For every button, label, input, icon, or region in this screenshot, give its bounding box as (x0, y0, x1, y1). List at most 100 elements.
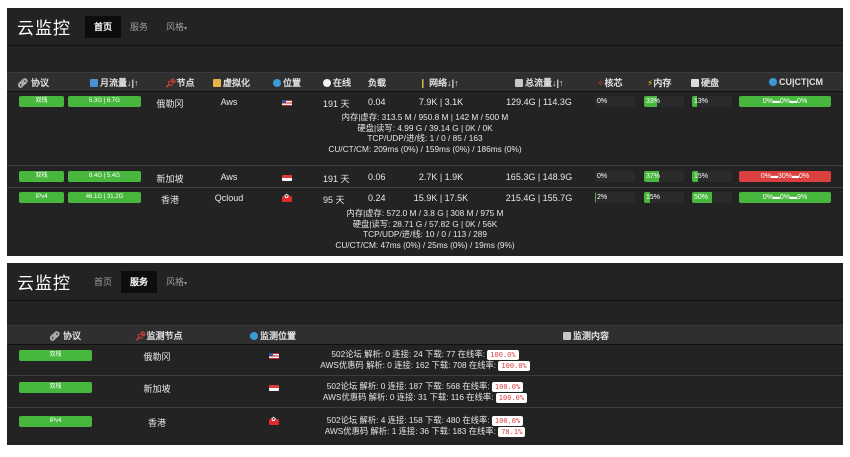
server-detail: 内存|虚存: 572.0 M / 3.8 G | 308 M / 975 M 硬… (7, 208, 843, 250)
isp-latency-bar: 0%▬0%▬9% (739, 192, 831, 203)
uptime-badge: 100.0% (491, 382, 524, 392)
services-table-header: 🔗︎ 协议 📌︎监测节点 监测位置 监测内容 (7, 325, 843, 345)
protocol-badge: IPv4 (19, 192, 64, 203)
col-memory[interactable]: ⚡︎内存 (647, 76, 671, 89)
services-panel: 云监控 首页 服务 风格▾ 🔗︎ 协议 📌︎监测节点 监测位置 监测内容 双栈 … (7, 263, 843, 445)
globe-network-icon (769, 78, 777, 86)
service-row[interactable]: IPv4 香港 502论坛 解析: 4 连接: 158 下载: 480 在线率:… (7, 413, 843, 439)
month-traffic-bar: 46.1G | 31.2G (68, 192, 141, 203)
traffic-light-icon: ❙ (419, 77, 427, 88)
service-row[interactable]: 双栈 新加坡 502论坛 解析: 0 连接: 187 下载: 568 在线率: … (7, 379, 843, 405)
satellite-icon: ✧ (597, 77, 605, 88)
disk-bar: 13% (692, 96, 732, 107)
col-monitor-content[interactable]: 监测内容 (563, 329, 609, 342)
detail-memory: 内存|虚存: 313.5 M / 950.8 M | 142 M / 500 M (341, 112, 509, 122)
chevron-down-icon: ▾ (184, 280, 188, 287)
nav-services[interactable]: 服务 (121, 270, 158, 293)
uptime-badge: 100.0% (487, 350, 519, 360)
bar-chart-icon (90, 78, 98, 87)
row-divider (7, 407, 843, 408)
total-traffic-value: 215.4G | 155.7G (505, 193, 573, 203)
col-monitor-location[interactable]: 监测位置 (250, 329, 296, 342)
disk-bar: 15% (692, 171, 732, 182)
service-detail: 502论坛 解析: 4 连接: 158 下载: 480 在线率: 100.0% … (7, 415, 843, 437)
server-row[interactable]: 双栈 8.4G | 5.4G 新加坡 Aws 191 天 0.06 2.7K |… (7, 168, 843, 186)
col-location[interactable]: 位置 (273, 76, 301, 89)
network-value: 7.9K | 3.1K (418, 97, 464, 107)
col-cpu[interactable]: ✧核芯 (597, 76, 623, 89)
flag-us-icon (282, 100, 292, 106)
service-detail: 502论坛 解析: 0 连接: 187 下载: 568 在线率: 100.0% … (7, 381, 843, 403)
service-line: 502论坛 解析: 4 连接: 158 下载: 480 在线率: 100.0% (7, 415, 843, 426)
memory-bar: 37% (644, 171, 684, 182)
detail-connections: TCP/UDP/进/线: 1 / 0 / 85 / 163 (367, 133, 483, 143)
col-monitor-node[interactable]: 📌︎监测节点 (135, 329, 182, 342)
uptime-badge: 100.0% (495, 393, 528, 403)
memory-bar: 15% (644, 192, 684, 203)
detail-disk: 硬盘|读写: 4.99 G / 39.14 G | 0K / 0K (357, 122, 493, 133)
service-line: AWS优惠码 解析: 0 连接: 162 下载: 708 在线率: 100.0% (7, 360, 843, 371)
folder-icon (213, 78, 221, 87)
load-value: 0.06 (368, 172, 386, 182)
nav-style-dropdown[interactable]: 风格▾ (157, 271, 196, 293)
uptime-badge: 100.0% (498, 361, 530, 371)
nav-home[interactable]: 首页 (85, 15, 122, 38)
protocol-badge: 双栈 (19, 171, 64, 182)
row-divider (7, 375, 843, 376)
nav-services[interactable]: 服务 (121, 16, 157, 38)
file-cabinet-icon (515, 78, 523, 87)
disk-bar: 50% (692, 192, 732, 203)
server-row[interactable]: 双栈 5.3G | 6.7G 俄勒冈 Aws 191 天 0.04 7.9K |… (7, 93, 843, 111)
col-online[interactable]: 在线 (323, 76, 351, 89)
uptime-badge: 78.1% (498, 427, 526, 437)
col-month-traffic[interactable]: 月流量↓|↑ (90, 76, 139, 89)
node-name: 香港 (160, 195, 180, 205)
globe-icon (250, 331, 258, 340)
detail-memory: 内存|虚存: 572.0 M / 3.8 G | 308 M / 975 M (346, 208, 504, 218)
globe-icon (273, 78, 281, 87)
server-row[interactable]: IPv4 46.1G | 31.2G 香港 Qcloud 95 天 0.24 1… (7, 189, 843, 207)
clock-icon (323, 78, 331, 87)
flag-hk-icon (282, 193, 292, 202)
brand-logo[interactable]: 云监控 (17, 14, 71, 39)
col-network[interactable]: ❙ 网络↓|↑ (419, 76, 459, 89)
detail-connections: TCP/UDP/进/线: 10 / 0 / 113 / 289 (363, 229, 487, 239)
file-cabinet-icon (563, 331, 571, 340)
protocol-badge: 双栈 (19, 96, 64, 107)
node-name: 俄勒冈 (156, 99, 184, 109)
network-value: 2.7K | 1.9K (418, 172, 464, 182)
service-line: 502论坛 解析: 0 连接: 24 下载: 77 在线率: 100.0% (7, 349, 843, 360)
cpu-bar: 2% (595, 192, 635, 203)
row-divider (7, 187, 843, 188)
virt-name: Qcloud (214, 193, 244, 203)
link-icon: 🔗︎ (17, 77, 29, 88)
uptime-badge: 100.0% (491, 416, 524, 426)
link-icon: 🔗︎ (49, 330, 61, 341)
service-line: 502论坛 解析: 0 连接: 187 下载: 568 在线率: 100.0% (7, 381, 843, 392)
col-virtualization[interactable]: 虚拟化 (213, 76, 250, 89)
virt-name: Aws (220, 172, 238, 182)
col-load[interactable]: 负载 (368, 76, 386, 89)
nav-home[interactable]: 首页 (85, 271, 121, 293)
online-days: 191 天 (323, 99, 350, 109)
col-disk[interactable]: 硬盘 (691, 76, 719, 89)
detail-disk: 硬盘|读写: 28.71 G / 57.82 G | 0K / 56K (352, 218, 498, 229)
online-days: 95 天 (323, 195, 345, 205)
col-node[interactable]: 📌︎节点 (165, 76, 194, 89)
col-protocol[interactable]: 🔗︎ 协议 (49, 329, 81, 342)
col-total-traffic[interactable]: 总流量↓|↑ (515, 76, 564, 89)
total-traffic-value: 165.3G | 148.9G (505, 172, 573, 182)
col-isp[interactable]: CU|CT|CM (769, 77, 823, 87)
nav-style-label: 风格 (166, 21, 185, 32)
detail-latency: CU/CT/CM: 47ms (0%) / 25ms (0%) / 19ms (… (335, 239, 515, 250)
isp-latency-bar: 0%▬30%▬0% (739, 171, 831, 182)
service-line: AWS优惠码 解析: 1 连接: 36 下载: 183 在线率: 78.1% (7, 426, 843, 437)
load-value: 0.04 (368, 97, 386, 107)
col-protocol[interactable]: 🔗︎ 协议 (17, 76, 49, 89)
brand-logo[interactable]: 云监控 (17, 269, 71, 294)
nav-style-dropdown[interactable]: 风格▾ (157, 16, 196, 38)
service-line: AWS优惠码 解析: 0 连接: 31 下载: 116 在线率: 100.0% (7, 392, 843, 403)
total-traffic-value: 129.4G | 114.3G (506, 97, 572, 107)
service-row[interactable]: 双栈 俄勒冈 502论坛 解析: 0 连接: 24 下载: 77 在线率: 10… (7, 347, 843, 373)
month-traffic-bar: 8.4G | 5.4G (68, 171, 141, 182)
